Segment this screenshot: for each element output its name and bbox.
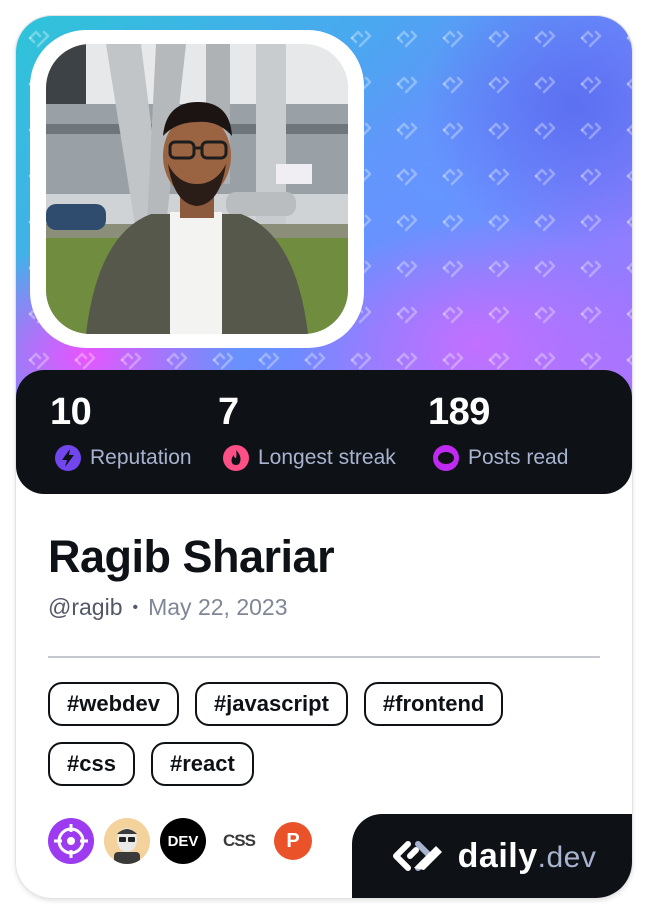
meta-separator: • <box>132 598 139 616</box>
stat-longest-streak: 7 Longest streak <box>218 390 396 472</box>
source-list: DEV CSS P <box>48 818 312 864</box>
posts-label: Posts read <box>468 446 569 469</box>
avatar-frame <box>30 30 364 348</box>
flame-icon <box>223 445 249 471</box>
posts-value: 189 <box>428 391 490 433</box>
daily-dev-logo-icon <box>392 841 442 871</box>
profile-card: 10 Reputation 7 Longest streak 189 Posts… <box>16 16 632 898</box>
stat-reputation: 10 Reputation <box>50 390 192 472</box>
crosshair-source-icon[interactable] <box>48 818 94 864</box>
stat-posts-read: 189 Posts read <box>428 390 568 472</box>
tag-list: #webdev #javascript #frontend #css #reac… <box>48 682 588 786</box>
brand-wordmark: daily.dev <box>457 836 597 875</box>
stats-bar: 10 Reputation 7 Longest streak 189 Posts… <box>16 370 632 494</box>
reputation-value: 10 <box>50 391 92 433</box>
tag-frontend[interactable]: #frontend <box>363 682 504 726</box>
profile-name: Ragib Shariar <box>48 531 335 582</box>
streak-value: 7 <box>218 391 239 433</box>
lightning-icon <box>55 445 81 471</box>
tag-webdev[interactable]: #webdev <box>48 682 179 726</box>
avatar-source-icon[interactable] <box>104 818 150 864</box>
product-hunt-source-icon[interactable]: P <box>274 822 312 860</box>
tag-react[interactable]: #react <box>150 742 254 786</box>
daily-dev-brand: daily.dev <box>352 814 632 898</box>
dev-to-source-icon[interactable]: DEV <box>160 818 206 864</box>
divider <box>48 656 600 658</box>
css-tricks-source-icon[interactable]: CSS <box>216 818 262 864</box>
username: @ragib <box>48 594 123 620</box>
profile-meta: @ragib • May 22, 2023 <box>48 594 287 621</box>
streak-label: Longest streak <box>258 446 396 469</box>
reputation-label: Reputation <box>90 446 192 469</box>
avatar <box>46 44 348 334</box>
tag-javascript[interactable]: #javascript <box>194 682 348 726</box>
joined-date: May 22, 2023 <box>148 594 288 620</box>
eye-icon <box>433 445 459 471</box>
tag-css[interactable]: #css <box>48 742 135 786</box>
